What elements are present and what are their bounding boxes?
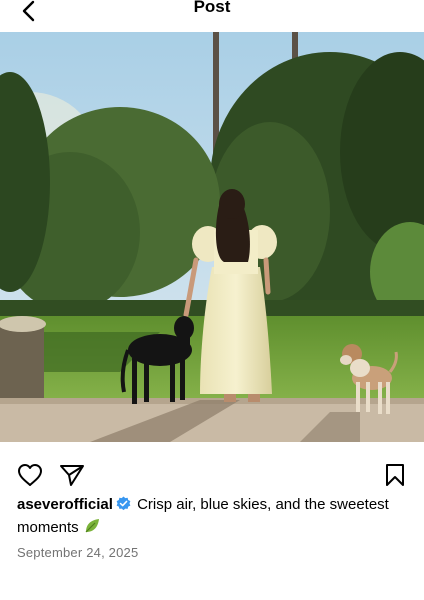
verified-badge-icon — [116, 496, 131, 517]
post-actions — [0, 460, 424, 490]
top-bar: Post — [0, 0, 424, 32]
heart-icon — [18, 464, 42, 486]
post-date: September 24, 2025 — [17, 545, 139, 560]
leaf-icon — [83, 517, 101, 541]
post-photo[interactable] — [0, 32, 424, 442]
post-caption: aseverofficial Crisp air, blue skies, an… — [17, 495, 411, 541]
username-link[interactable]: aseverofficial — [17, 496, 113, 513]
send-icon — [60, 465, 84, 486]
like-button[interactable] — [15, 460, 45, 490]
post-image — [0, 32, 424, 442]
page-title: Post — [193, 0, 231, 16]
share-button[interactable] — [57, 460, 87, 490]
bookmark-icon — [386, 464, 404, 486]
save-button[interactable] — [380, 460, 410, 490]
